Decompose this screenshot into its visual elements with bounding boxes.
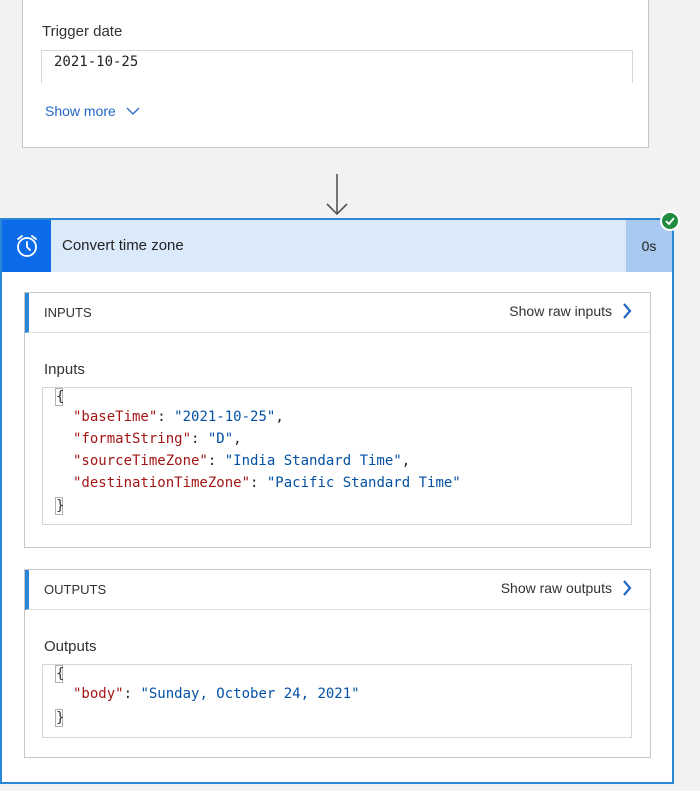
json-key: "destinationTimeZone" — [73, 475, 251, 491]
json-line: "formatString": "D", — [73, 431, 242, 447]
trigger-date-label: Trigger date — [42, 23, 123, 40]
show-raw-inputs-label: Show raw inputs — [509, 303, 612, 319]
json-trail: , — [275, 409, 284, 425]
json-key: "formatString" — [73, 431, 192, 447]
flow-arrow-icon — [326, 174, 348, 216]
json-value: "Pacific Standard Time" — [266, 475, 461, 491]
json-line: "body": "Sunday, October 24, 2021" — [73, 686, 360, 702]
json-trail: , — [233, 431, 242, 447]
outputs-json-box: { "body": "Sunday, October 24, 2021" } — [42, 664, 632, 738]
json-value: "D" — [207, 431, 234, 447]
inputs-section: INPUTS Show raw inputs Inputs { "baseTim… — [24, 292, 651, 548]
json-key: "sourceTimeZone" — [73, 453, 208, 469]
json-value: "2021-10-25" — [174, 409, 276, 425]
success-check-icon — [660, 211, 680, 231]
convert-time-zone-card: Convert time zone 0s INPUTS Show raw inp… — [0, 218, 674, 784]
trigger-card: Trigger date 2021-10-25 Show more — [22, 0, 649, 148]
chevron-right-icon — [623, 580, 632, 596]
json-line: "destinationTimeZone": "Pacific Standard… — [73, 475, 461, 491]
inputs-section-header: INPUTS Show raw inputs — [25, 293, 650, 333]
trigger-date-field: 2021-10-25 — [41, 50, 633, 83]
chevron-down-icon — [126, 107, 140, 115]
trigger-date-value: 2021-10-25 — [54, 54, 139, 70]
json-line: "baseTime": "2021-10-25", — [73, 409, 284, 425]
inputs-json-box: { "baseTime": "2021-10-25", "formatStrin… — [42, 387, 632, 525]
outputs-subheading: Outputs — [44, 638, 97, 655]
card-header[interactable]: Convert time zone 0s — [2, 220, 672, 272]
show-more-button[interactable]: Show more — [45, 103, 140, 119]
chevron-right-icon — [623, 303, 632, 319]
inputs-section-title: INPUTS — [44, 305, 92, 320]
outputs-section: OUTPUTS Show raw outputs Outputs { "body… — [24, 569, 651, 758]
alarm-clock-icon — [2, 220, 51, 272]
json-close-brace: } — [55, 709, 65, 727]
json-value: "Sunday, October 24, 2021" — [140, 686, 360, 702]
duration-value: 0s — [641, 238, 657, 254]
json-line: "sourceTimeZone": "India Standard Time", — [73, 453, 411, 469]
json-open-brace: { — [55, 388, 65, 406]
show-raw-outputs-link[interactable]: Show raw outputs — [501, 579, 632, 597]
json-key: "body" — [73, 686, 124, 702]
json-close-brace: } — [55, 497, 65, 515]
outputs-section-title: OUTPUTS — [44, 582, 107, 597]
show-more-label: Show more — [45, 103, 116, 119]
show-raw-inputs-link[interactable]: Show raw inputs — [509, 302, 632, 320]
json-trail: , — [401, 453, 411, 469]
show-raw-outputs-label: Show raw outputs — [500, 580, 612, 596]
outputs-section-header: OUTPUTS Show raw outputs — [25, 570, 650, 610]
inputs-subheading: Inputs — [44, 361, 85, 378]
json-open-brace: { — [55, 665, 65, 683]
json-value: "India Standard Time" — [224, 453, 402, 469]
card-title: Convert time zone — [62, 237, 184, 254]
json-key: "baseTime" — [73, 409, 158, 425]
